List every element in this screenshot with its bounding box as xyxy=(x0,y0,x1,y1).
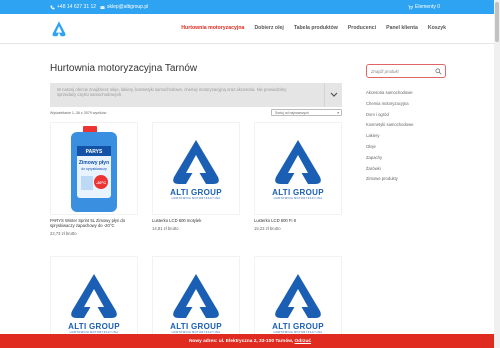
category-list: Akcesoria samochodowe Chemia motoryzacyj… xyxy=(366,90,456,187)
logo-title: ALTI GROUP xyxy=(170,188,222,197)
site-logo[interactable] xyxy=(50,20,68,38)
email-address: sklep@altigroup.pl xyxy=(107,4,149,10)
cart-link[interactable]: Elementy 0 xyxy=(408,4,440,10)
category-item[interactable]: Dom i ogród xyxy=(366,112,456,123)
page-title: Hurtownia motoryzacyjna Tarnów xyxy=(50,63,198,74)
bottle-brand: PARYS xyxy=(86,149,103,155)
sort-select-value: Sortuj od najnowszych xyxy=(275,111,309,115)
product-name[interactable]: Lusterko LCD 600 motylek xyxy=(152,218,240,223)
phone-number: +48 14 627 31 12 xyxy=(57,4,97,10)
category-item[interactable]: Akcesoria samochodowe xyxy=(366,90,456,101)
notice-banner: Nowy adres: ul. Elektryczna 2, 33-100 Ta… xyxy=(0,334,500,348)
product-name[interactable]: PARYS Winter Sprint 5L Zimowy płyn do sp… xyxy=(50,218,138,228)
main-nav: Hurtownia motoryzacyjna Dobierz olej Tab… xyxy=(171,25,446,31)
info-text: W naszej ofercie znajdziesz oleje, lakie… xyxy=(57,87,287,98)
bottle-label-line1: Zimowy płyn xyxy=(79,160,109,166)
product-image[interactable]: PARYS Zimowy płyn do spryskiwaczy -20°C xyxy=(50,122,138,215)
nav-item-koszyk[interactable]: Koszyk xyxy=(428,25,446,31)
results-count: Wyświetlanie 1–36 z 3579 wyników xyxy=(50,111,107,115)
chevron-down-icon: ▾ xyxy=(337,111,339,115)
logo-title: ALTI GROUP xyxy=(170,322,222,331)
category-item[interactable]: Kosmetyki samochodowe xyxy=(366,122,456,133)
nav-item-tabela[interactable]: Tabela produktów xyxy=(294,25,338,31)
scrollbar-thumb[interactable] xyxy=(495,2,499,42)
bottle-label-line2: do spryskiwaczy xyxy=(81,167,107,171)
search-icon[interactable] xyxy=(435,68,442,75)
category-item[interactable]: Zapachy xyxy=(366,155,456,166)
logo-title: ALTI GROUP xyxy=(272,322,324,331)
envelope-icon xyxy=(100,5,105,9)
email-contact[interactable]: sklep@altigroup.pl xyxy=(100,4,148,10)
banner-text: Nowy adres: ul. Elektryczna 2, 33-100 Ta… xyxy=(188,339,294,344)
category-item[interactable]: Chemia motoryzacyjna xyxy=(366,101,456,112)
logo-subtitle: HURTOWNIA MOTORYZACYJNA xyxy=(171,197,221,200)
phone-icon xyxy=(50,5,55,9)
top-bar: +48 14 627 31 12 sklep@altigroup.pl Elem… xyxy=(0,0,500,14)
product-image[interactable]: ALTI GROUP HURTOWNIA MOTORYZACYJNA xyxy=(254,122,342,215)
product-card[interactable]: PARYS Zimowy płyn do spryskiwaczy -20°C … xyxy=(50,122,138,236)
category-item[interactable]: Lakiery xyxy=(366,133,456,144)
alti-group-logo: ALTI GROUP HURTOWNIA MOTORYZACYJNA xyxy=(64,271,124,334)
product-price: 14,81 zł brutto xyxy=(152,226,179,231)
logo-title: ALTI GROUP xyxy=(272,188,324,197)
category-item[interactable]: Zimowe produkty xyxy=(366,176,456,187)
banner-dismiss-link[interactable]: Odrzuć xyxy=(295,339,312,344)
alti-group-logo: ALTI GROUP HURTOWNIA MOTORYZACYJNA xyxy=(268,271,328,334)
product-card[interactable]: ALTI GROUP HURTOWNIA MOTORYZACYJNA Luste… xyxy=(152,122,240,231)
chevron-down-icon xyxy=(330,92,338,97)
search-placeholder: Znajdź produkt xyxy=(371,69,399,74)
product-card[interactable]: ALTI GROUP HURTOWNIA MOTORYZACYJNA Luste… xyxy=(254,122,342,231)
product-price: 22,73 zł brutto xyxy=(50,231,77,236)
info-box: W naszej ofercie znajdziesz oleje, lakie… xyxy=(50,83,342,107)
site-header: Hurtownia motoryzacyjna Dobierz olej Tab… xyxy=(0,14,500,44)
nav-item-dobierz-olej[interactable]: Dobierz olej xyxy=(254,25,283,31)
product-name[interactable]: Lusterko LCD 600 Fi 8 xyxy=(254,218,342,223)
logo-title: ALTI GROUP xyxy=(68,322,120,331)
expand-toggle[interactable] xyxy=(324,83,342,107)
product-image[interactable]: ALTI GROUP HURTOWNIA MOTORYZACYJNA xyxy=(152,122,240,215)
nav-item-hurtownia[interactable]: Hurtownia motoryzacyjna xyxy=(181,25,244,31)
category-item[interactable]: Żarówki xyxy=(366,166,456,177)
category-item[interactable]: Oleje xyxy=(366,144,456,155)
alti-group-logo: ALTI GROUP HURTOWNIA MOTORYZACYJNA xyxy=(166,137,226,200)
product-price: 15,23 zł brutto xyxy=(254,226,281,231)
scrollbar[interactable] xyxy=(494,0,500,348)
search-input[interactable]: Znajdź produkt xyxy=(366,64,446,78)
sort-select[interactable]: Sortuj od najnowszych ▾ xyxy=(271,109,342,116)
nav-item-panel-klienta[interactable]: Panel klienta xyxy=(386,25,418,31)
alti-group-logo: ALTI GROUP HURTOWNIA MOTORYZACYJNA xyxy=(268,137,328,200)
alti-group-logo: ALTI GROUP HURTOWNIA MOTORYZACYJNA xyxy=(166,271,226,334)
nav-item-producenci[interactable]: Producenci xyxy=(348,25,376,31)
phone-contact[interactable]: +48 14 627 31 12 xyxy=(50,4,96,10)
cart-count: Elementy 0 xyxy=(415,4,441,10)
logo-subtitle: HURTOWNIA MOTORYZACYJNA xyxy=(273,197,323,200)
cart-icon xyxy=(408,4,413,9)
bottle-temp: -20°C xyxy=(96,180,106,185)
washer-fluid-bottle-image: PARYS Zimowy płyn do spryskiwaczy -20°C xyxy=(71,125,117,212)
